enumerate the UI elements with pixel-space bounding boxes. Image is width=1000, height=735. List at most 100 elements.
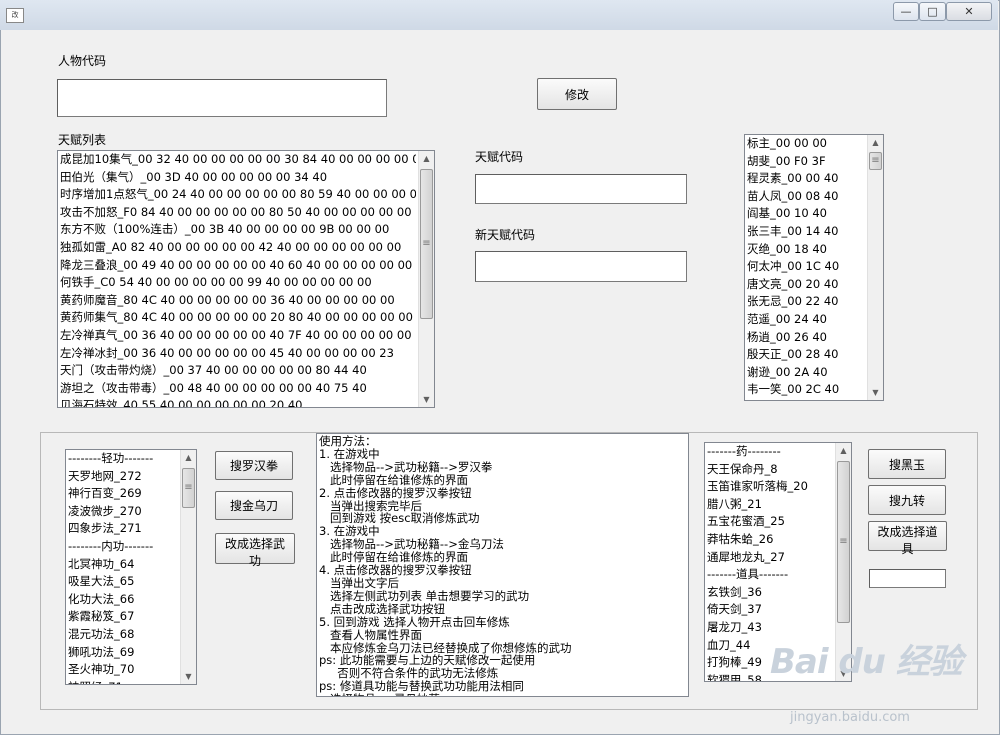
list-item[interactable]: 天门（攻击带灼烧）_00 37 40 00 00 00 00 00 80 44 … [60, 362, 416, 380]
list-item[interactable]: 殷天正_00 28 40 [747, 346, 865, 364]
instruction-line: 此时停留在给谁修炼的界面 [319, 472, 468, 487]
list-item[interactable]: 胡斐_00 F0 3F [747, 153, 865, 171]
instructions-text: 使用方法： 1. 在游戏中 选择物品-->武功秘籍-->罗汉拳 此时停留在给谁修炼… [319, 434, 686, 696]
list-item[interactable]: 天罗地网_272 [68, 468, 178, 486]
list-item[interactable]: 神行百变_269 [68, 485, 178, 503]
list-item[interactable]: 天王保命丹_8 [707, 461, 833, 479]
list-item[interactable]: 范遥_00 24 40 [747, 311, 865, 329]
change-martial-button[interactable]: 改成选择武功 [215, 533, 295, 568]
list-item[interactable]: 谢逊_00 2A 40 [747, 364, 865, 382]
martial-art-list[interactable]: --------轻功------- 天罗地网_272 神行百变_269 凌波微步_27… [65, 449, 197, 685]
list-item[interactable]: 黄药师魔音_80 4C 40 00 00 00 00 00 36 40 00 0… [60, 292, 416, 310]
list-item[interactable]: 贝海石特效_40 55 40 00 00 00 00 00 20 40 [60, 397, 416, 407]
list-item[interactable]: 游坦之（攻击带毒）_00 48 40 00 00 00 00 00 40 75 … [60, 380, 416, 398]
list-item[interactable]: 五宝花蜜酒_25 [707, 513, 833, 531]
new-talent-code-label: 新天赋代码 [475, 228, 536, 242]
search-heiyu-button[interactable]: 搜黑玉 [868, 449, 946, 479]
list-item[interactable]: 玄铁剑_36 [707, 584, 833, 602]
person-code-input[interactable] [57, 79, 387, 117]
list-item[interactable]: 唐文亮_00 20 40 [747, 276, 865, 294]
martial-list-scrollbar[interactable]: ▲ ▼ [180, 450, 196, 684]
list-item[interactable]: 倚天剑_37 [707, 601, 833, 619]
list-item[interactable]: 阎基_00 10 40 [747, 205, 865, 223]
list-item[interactable]: 张无忌_00 22 40 [747, 293, 865, 311]
list-item[interactable]: 时序增加1点怒气_00 24 40 00 00 00 00 00 80 59 4… [60, 186, 416, 204]
search-jiuzhuan-button[interactable]: 搜九转 [868, 485, 946, 515]
list-item[interactable]: 凌波微步_270 [68, 503, 178, 521]
instruction-line: 使用方法： [319, 434, 377, 448]
new-talent-code-input[interactable] [475, 251, 687, 282]
list-item[interactable]: 混元功法_68 [68, 626, 178, 644]
talent-list-label: 天赋列表 [58, 133, 107, 147]
scroll-up-icon[interactable]: ▲ [181, 450, 196, 465]
list-item[interactable]: 狮吼功法_69 [68, 644, 178, 662]
scroll-thumb[interactable] [420, 169, 433, 319]
scroll-down-icon[interactable]: ▼ [181, 669, 196, 684]
list-item[interactable]: 腊八粥_21 [707, 496, 833, 514]
list-item[interactable]: 灭绝_00 18 40 [747, 241, 865, 259]
list-item[interactable]: 通犀地龙丸_27 [707, 549, 833, 567]
scroll-thumb[interactable] [869, 152, 882, 170]
list-item[interactable]: 北冥神功_64 [68, 556, 178, 574]
list-item[interactable]: 左冷禅真气_00 36 40 00 00 00 00 00 40 7F 40 0… [60, 327, 416, 345]
list-item[interactable]: -------药-------- [707, 443, 833, 461]
scroll-up-icon[interactable]: ▲ [836, 443, 851, 458]
talent-list[interactable]: 成昆加10集气_00 32 40 00 00 00 00 00 30 84 40… [57, 150, 435, 408]
watermark-url: jingyan.baidu.com [790, 710, 910, 725]
list-item[interactable]: 左冷禅冰封_00 36 40 00 00 00 00 00 45 40 00 0… [60, 345, 416, 363]
list-item[interactable]: 玉笛谁家听落梅_20 [707, 478, 833, 496]
list-item[interactable]: --------轻功------- [68, 450, 178, 468]
list-item[interactable]: 独孤如雷_A0 82 40 00 00 00 00 00 42 40 00 00… [60, 239, 416, 257]
list-item[interactable]: 张三丰_00 14 40 [747, 223, 865, 241]
change-item-button[interactable]: 改成选择道具 [868, 521, 947, 556]
list-item[interactable]: 神照经_71 [68, 679, 178, 684]
list-item[interactable]: 苗人凤_00 08 40 [747, 188, 865, 206]
list-item[interactable]: 紫霞秘笈_67 [68, 608, 178, 626]
watermark-logo: Bai du 经验 [770, 642, 963, 682]
close-button[interactable]: ✕ [946, 2, 992, 21]
scroll-down-icon[interactable]: ▼ [419, 392, 434, 407]
scroll-up-icon[interactable]: ▲ [419, 151, 434, 166]
list-item[interactable]: 圣火神功_70 [68, 661, 178, 679]
character-list-scrollbar[interactable]: ▲ ▼ [867, 135, 883, 400]
list-item[interactable]: 标主_00 00 00 [747, 135, 865, 153]
scroll-up-icon[interactable]: ▲ [868, 135, 883, 150]
list-item[interactable]: 莽牯朱蛤_26 [707, 531, 833, 549]
list-item[interactable]: 降龙三叠浪_00 49 40 00 00 00 00 00 40 60 40 0… [60, 257, 416, 275]
instruction-line: 选择物品-->灵丹妙药--> [319, 693, 686, 696]
scroll-down-icon[interactable]: ▼ [868, 385, 883, 400]
list-item[interactable]: -------道具------- [707, 566, 833, 584]
list-item[interactable]: 四象步法_271 [68, 520, 178, 538]
martial-art-list-rows: --------轻功------- 天罗地网_272 神行百变_269 凌波微步_27… [68, 450, 178, 684]
instruction-line: 5. 回到游戏 选择人物开点击回车修炼 [319, 614, 510, 629]
minimize-button[interactable]: — [893, 2, 919, 21]
instruction-line: 点击改成选择武功按钮 [319, 601, 445, 616]
list-item[interactable]: 何太冲_00 1C 40 [747, 258, 865, 276]
list-item[interactable]: 成昆加10集气_00 32 40 00 00 00 00 00 30 84 40… [60, 151, 416, 169]
instruction-line: 1. 在游戏中 [319, 446, 380, 461]
list-item[interactable]: 韦一笑_00 2C 40 [747, 381, 865, 399]
search-luohan-button[interactable]: 搜罗汉拳 [215, 451, 293, 480]
list-item[interactable]: 攻击不加怒_F0 84 40 00 00 00 00 00 80 50 40 0… [60, 204, 416, 222]
list-item[interactable]: 杨逍_00 26 40 [747, 329, 865, 347]
scroll-thumb[interactable] [182, 468, 195, 508]
search-jinwu-button[interactable]: 搜金乌刀 [215, 491, 293, 520]
app-icon: 改 [6, 8, 24, 23]
list-item[interactable]: 吸星大法_65 [68, 573, 178, 591]
talent-code-input[interactable] [475, 174, 687, 204]
title-bar: 改 — □ ✕ [0, 0, 998, 30]
list-item[interactable]: 程灵素_00 00 40 [747, 170, 865, 188]
list-item[interactable]: 何铁手_C0 54 40 00 00 00 00 00 99 40 00 00 … [60, 274, 416, 292]
list-item[interactable]: 田伯光（集气）_00 3D 40 00 00 00 00 00 34 40 [60, 169, 416, 187]
talent-list-scrollbar[interactable]: ▲ ▼ [418, 151, 434, 407]
list-item[interactable]: 化功大法_66 [68, 591, 178, 609]
talent-code-label: 天赋代码 [475, 150, 524, 164]
list-item[interactable]: 东方不败（100%连击）_00 3B 40 00 00 00 00 9B 00 … [60, 221, 416, 239]
item-code-input[interactable] [869, 569, 946, 588]
maximize-button[interactable]: □ [919, 2, 946, 21]
modify-button[interactable]: 修改 [537, 78, 617, 110]
scroll-thumb[interactable] [837, 461, 850, 623]
list-item[interactable]: --------内功------- [68, 538, 178, 556]
list-item[interactable]: 黄药师集气_80 4C 40 00 00 00 00 00 20 80 40 0… [60, 309, 416, 327]
character-list[interactable]: 标主_00 00 00 胡斐_00 F0 3F 程灵素_00 00 40 苗人凤_00… [744, 134, 884, 401]
